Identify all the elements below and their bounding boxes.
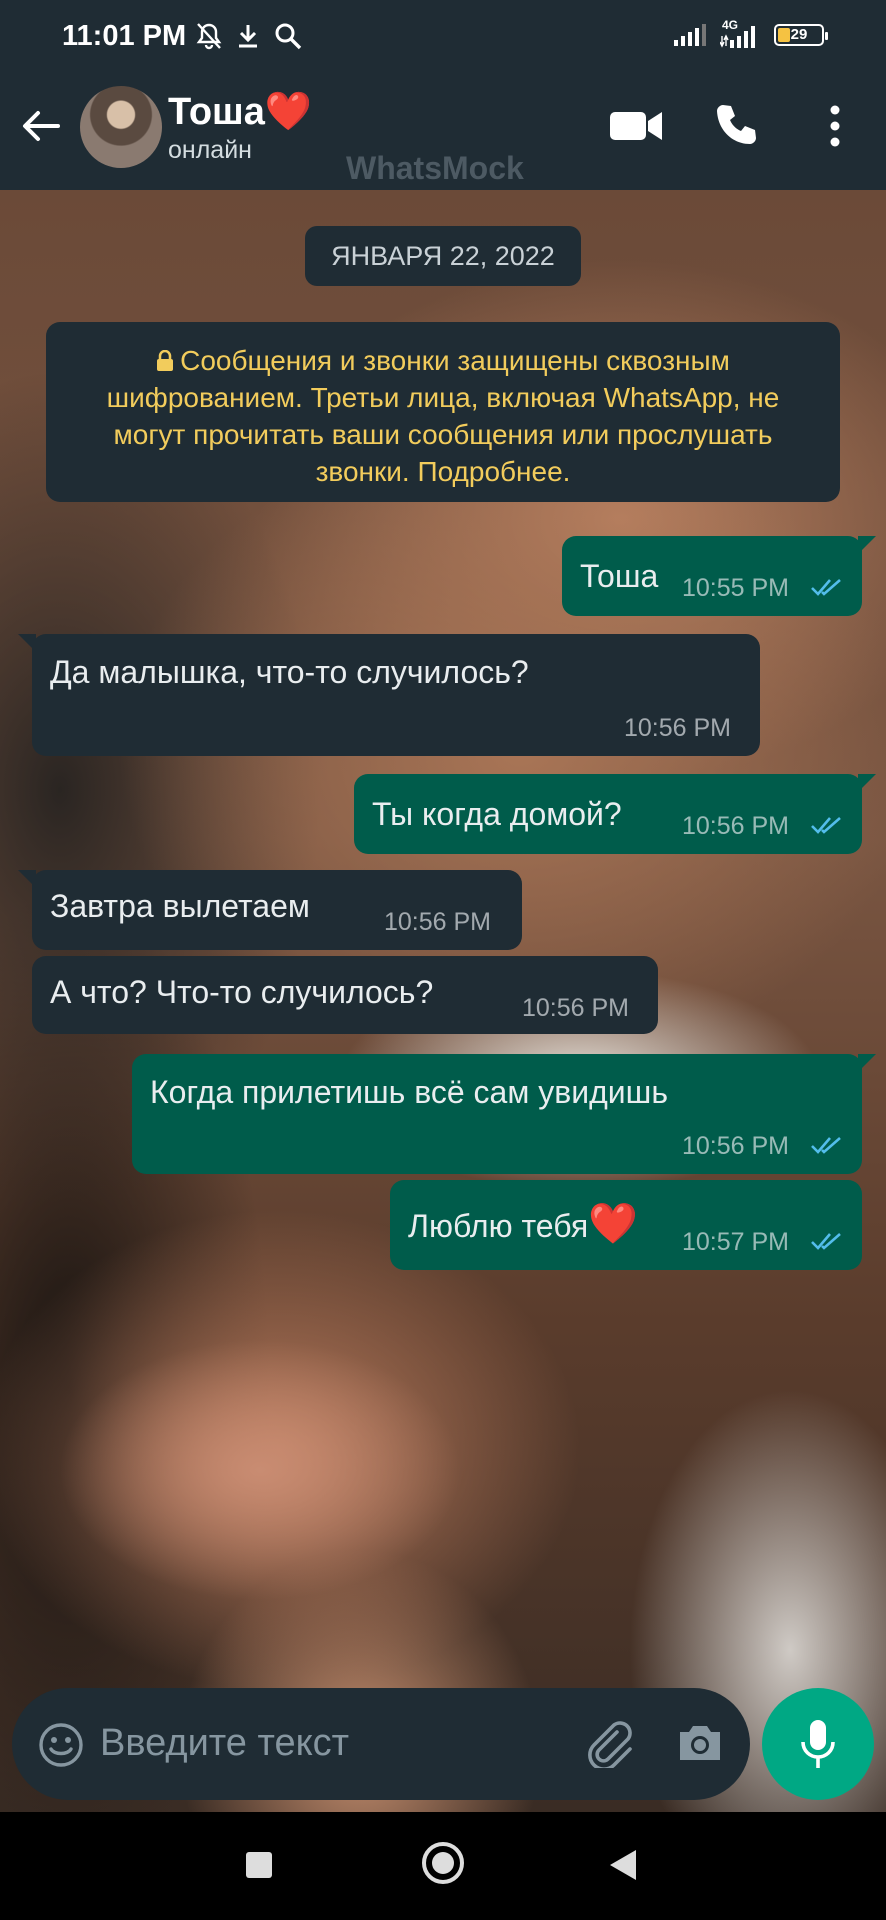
read-ticks-icon [811,1137,841,1154]
status-bar: 11:01 PM 4G 29 [0,0,886,64]
message-incoming[interactable]: Завтра вылетаем 10:56 PM [18,870,522,950]
mic-icon [801,1720,835,1768]
contact-status: онлайн [168,136,252,164]
read-ticks-icon [811,1233,841,1250]
message-time: 10:55 PM [682,574,790,602]
message-outgoing[interactable]: Люблю тебя❤️ 10:57 PM [390,1180,862,1270]
message-text: Когда прилетишь всё сам увидишь [150,1074,668,1110]
avatar[interactable] [80,86,162,168]
recents-button[interactable] [246,1852,272,1878]
chat-header: Тоша❤️ онлайн WhatsMock [0,64,886,190]
message-time: 10:56 PM [682,1132,790,1160]
battery-level: 29 [790,26,808,43]
bell-off-icon [196,23,222,50]
read-ticks-icon [811,817,841,834]
signal-icon [674,24,706,46]
status-icons-right: 4G 29 [674,18,828,48]
message-time: 10:56 PM [522,994,630,1022]
read-ticks-icon [811,579,841,596]
camera-icon[interactable] [676,1722,724,1764]
watermark: WhatsMock [346,150,524,186]
message-text: Да малышка, что-то случилось? [50,654,529,690]
attach-icon[interactable] [584,1718,634,1768]
message-time: 10:56 PM [682,812,790,840]
signal-4g-icon: 4G [720,18,760,48]
encryption-notice-text: Сообщения и звонки защищены сквозным шиф… [106,345,780,487]
message-text: Люблю тебя❤️ [408,1200,638,1247]
message-text: А что? Что-то случилось? [50,974,434,1010]
message-text: Завтра вылетаем [50,888,310,924]
phone-call-icon[interactable] [714,102,760,148]
message-incoming[interactable]: А что? Что-то случилось? 10:56 PM [32,956,658,1034]
message-time: 10:57 PM [682,1228,790,1256]
message-time: 10:56 PM [384,908,492,936]
video-call-icon[interactable] [608,106,664,146]
status-time: 11:01 PM [62,20,187,52]
message-input[interactable]: Введите текст [100,1722,349,1765]
date-divider: ЯНВАРЯ 22, 2022 [305,226,581,286]
message-outgoing[interactable]: Ты когда домой? 10:56 PM [354,774,876,854]
message-text-content: Люблю тебя [408,1208,589,1244]
search-icon [275,23,302,50]
more-vert-icon[interactable] [822,102,848,150]
system-nav-bar [0,1812,886,1920]
nav-back-button[interactable] [610,1850,636,1880]
heart-emoji: ❤️ [264,91,313,133]
message-input-bar: Введите текст [12,1688,750,1800]
back-arrow-icon[interactable] [18,104,62,148]
status-icons-left [196,22,302,50]
heart-emoji: ❤️ [588,1202,638,1246]
message-text: Тоша [580,558,659,594]
mic-button[interactable] [762,1688,874,1800]
encryption-notice[interactable]: Сообщения и звонки защищены сквозным шиф… [46,322,840,502]
message-outgoing[interactable]: Когда прилетишь всё сам увидишь 10:56 PM [132,1054,876,1174]
message-incoming[interactable]: Да малышка, что-то случилось? 10:56 PM [18,634,760,756]
lock-icon [157,350,174,371]
battery-icon: 29 [774,24,828,46]
message-outgoing[interactable]: Тоша 10:55 PM [562,536,876,616]
message-time: 10:56 PM [624,714,732,742]
message-text: Ты когда домой? [372,796,622,832]
contact-name[interactable]: Тоша❤️ [168,90,312,134]
emoji-icon[interactable] [38,1722,84,1768]
download-icon [239,25,257,48]
home-button[interactable] [422,1842,464,1884]
contact-name-text: Тоша [168,91,265,133]
